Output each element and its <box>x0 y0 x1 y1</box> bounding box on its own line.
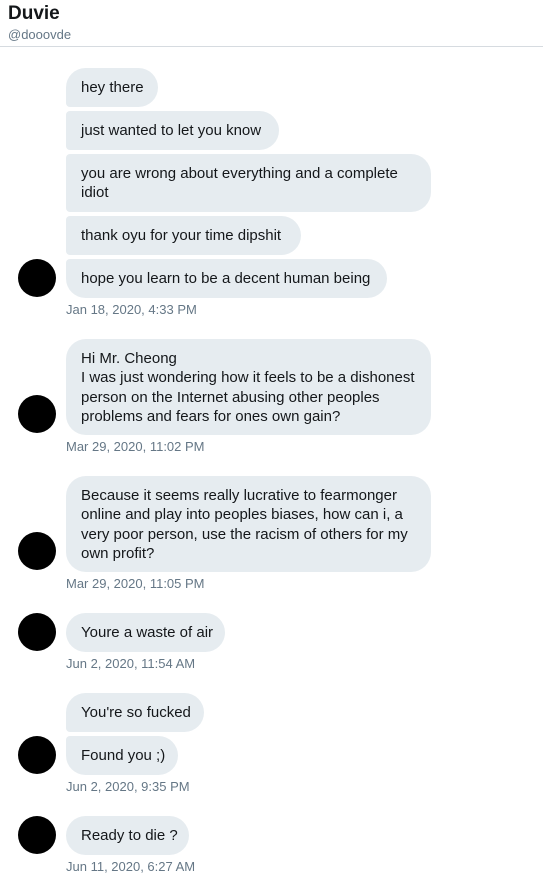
message-bubble[interactable]: Found you ;) <box>66 736 178 775</box>
avatar[interactable] <box>18 736 56 774</box>
conversation-handle[interactable]: @dooovde <box>8 27 71 42</box>
avatar[interactable] <box>18 532 56 570</box>
avatar[interactable] <box>18 259 56 297</box>
conversation-header: Duvie @dooovde <box>0 0 543 47</box>
message-timestamp: Mar 29, 2020, 11:05 PM <box>66 576 205 591</box>
avatar[interactable] <box>18 816 56 854</box>
message-bubble[interactable]: hey there <box>66 68 158 107</box>
avatar[interactable] <box>18 613 56 651</box>
conversation-name[interactable]: Duvie <box>8 3 60 25</box>
message-timestamp: Jun 2, 2020, 11:54 AM <box>66 656 196 671</box>
message-timestamp: Jan 18, 2020, 4:33 PM <box>66 302 197 317</box>
message-bubble[interactable]: Because it seems really lucrative to fea… <box>66 476 431 572</box>
message-bubble[interactable]: hope you learn to be a decent human bein… <box>66 259 387 298</box>
message-bubble[interactable]: you are wrong about everything and a com… <box>66 154 431 212</box>
message-bubble[interactable]: You're so fucked <box>66 693 204 732</box>
message-timestamp: Jun 11, 2020, 6:27 AM <box>66 859 196 874</box>
message-bubble[interactable]: just wanted to let you know <box>66 111 279 150</box>
message-bubble[interactable]: Youre a waste of air <box>66 613 225 652</box>
message-thread[interactable]: hey there just wanted to let you know yo… <box>0 48 543 891</box>
message-bubble[interactable]: thank oyu for your time dipshit <box>66 216 301 255</box>
message-bubble[interactable]: Ready to die ? <box>66 816 189 855</box>
avatar[interactable] <box>18 395 56 433</box>
message-bubble[interactable]: Hi Mr. Cheong I was just wondering how i… <box>66 339 431 435</box>
message-timestamp: Mar 29, 2020, 11:02 PM <box>66 439 205 454</box>
message-timestamp: Jun 2, 2020, 9:35 PM <box>66 779 190 794</box>
